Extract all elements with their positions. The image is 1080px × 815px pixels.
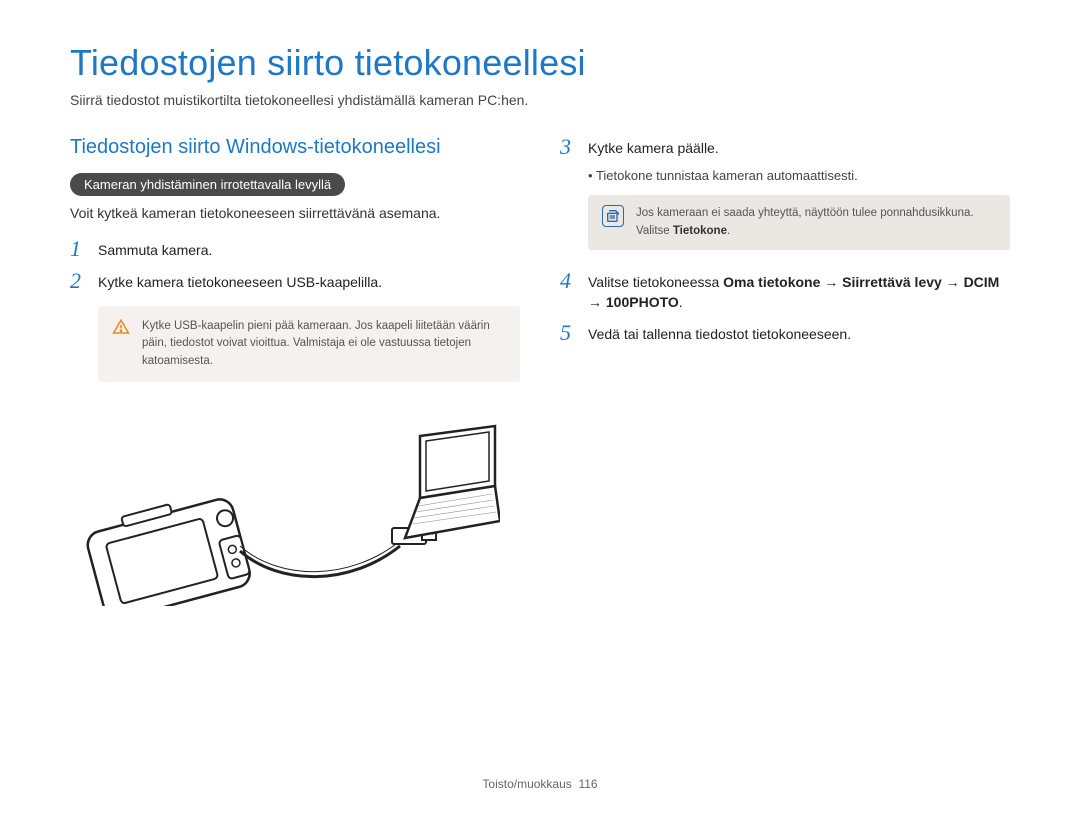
- step-number: 3: [560, 136, 578, 158]
- step4-suffix: .: [679, 294, 683, 310]
- step-number: 5: [560, 322, 578, 344]
- warning-text: Kytke USB-kaapelin pieni pää kameraan. J…: [142, 318, 506, 370]
- step-number: 2: [70, 270, 88, 292]
- step-2: 2 Kytke kamera tietokoneeseen USB-kaapel…: [70, 270, 520, 292]
- page-subtitle: Siirrä tiedostot muistikortilta tietokon…: [70, 92, 1010, 108]
- step4-prefix: Valitse tietokoneessa: [588, 274, 723, 290]
- step-3: 3 Kytke kamera päälle.: [560, 136, 1010, 158]
- section-heading: Tiedostojen siirto Windows-tietokoneelle…: [70, 136, 520, 159]
- warning-box: Kytke USB-kaapelin pieni pää kameraan. J…: [98, 306, 520, 382]
- step-text: Valitse tietokoneessa Oma tietokone → Si…: [588, 270, 1010, 313]
- step-text: Vedä tai tallenna tiedostot tietokoneese…: [588, 322, 851, 344]
- connection-illustration: [70, 406, 520, 611]
- footer-page-number: 116: [578, 777, 597, 791]
- step-number: 4: [560, 270, 578, 292]
- right-column: 3 Kytke kamera päälle. Tietokone tunnist…: [560, 136, 1010, 611]
- warning-icon: [112, 318, 130, 339]
- step-4: 4 Valitse tietokoneessa Oma tietokone → …: [560, 270, 1010, 313]
- note-bold: Tietokone: [673, 225, 727, 237]
- sub-heading-pill: Kameran yhdistäminen irrotettavalla levy…: [70, 173, 345, 196]
- page-footer: Toisto/muokkaus 116: [0, 777, 1080, 791]
- intro-paragraph: Voit kytkeä kameran tietokoneeseen siirr…: [70, 204, 520, 224]
- footer-label: Toisto/muokkaus: [482, 777, 571, 791]
- step-5: 5 Vedä tai tallenna tiedostot tietokonee…: [560, 322, 1010, 344]
- left-column: Tiedostojen siirto Windows-tietokoneelle…: [70, 136, 520, 611]
- step-number: 1: [70, 238, 88, 260]
- document-page: Tiedostojen siirto tietokoneellesi Siirr…: [0, 0, 1080, 815]
- step-bullet: Tietokone tunnistaa kameran automaattise…: [588, 168, 1010, 183]
- step-text: Kytke kamera päälle.: [588, 136, 719, 158]
- step-text: Sammuta kamera.: [98, 238, 212, 260]
- note-suffix: .: [727, 225, 730, 237]
- content-columns: Tiedostojen siirto Windows-tietokoneelle…: [70, 136, 1010, 611]
- step-1: 1 Sammuta kamera.: [70, 238, 520, 260]
- note-icon: [602, 205, 624, 227]
- note-text: Jos kameraan ei saada yhteyttä, näyttöön…: [636, 205, 996, 240]
- step-text: Kytke kamera tietokoneeseen USB-kaapelil…: [98, 270, 382, 292]
- note-box: Jos kameraan ei saada yhteyttä, näyttöön…: [588, 195, 1010, 250]
- page-title: Tiedostojen siirto tietokoneellesi: [70, 42, 1010, 84]
